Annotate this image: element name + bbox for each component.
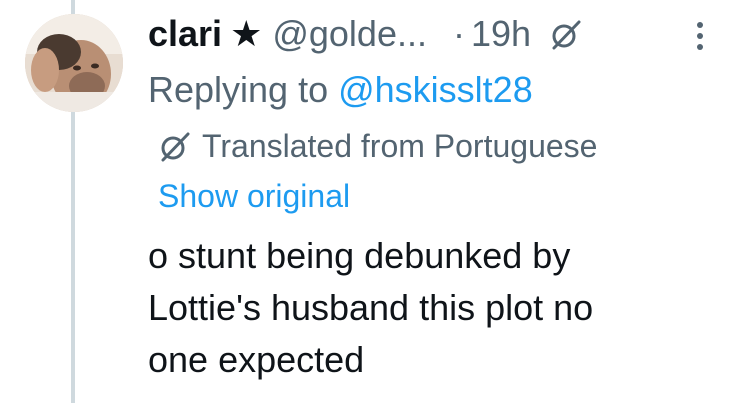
tweet-text-line: o stunt being debunked by	[148, 235, 571, 276]
user-handle[interactable]: @golde...	[272, 10, 427, 58]
timestamp[interactable]: 19h	[471, 10, 531, 58]
translate-icon	[158, 129, 192, 163]
star-icon: ★	[230, 13, 263, 54]
replying-to-mention[interactable]: @hskisslt28	[338, 69, 533, 110]
more-vertical-icon[interactable]	[688, 20, 712, 52]
grok-icon[interactable]	[549, 17, 583, 51]
translation-notice: Translated from Portuguese	[158, 124, 597, 168]
show-original-link[interactable]: Show original	[158, 174, 350, 218]
avatar-photo-icon	[25, 14, 123, 112]
display-name[interactable]: clari	[148, 10, 222, 58]
tweet-text-line: Lottie's husband this plot no	[148, 287, 594, 328]
tweet-text: o stunt being debunked by Lottie's husba…	[148, 230, 728, 386]
replying-prefix: Replying to	[148, 69, 339, 110]
tweet[interactable]: clari ★ @golde... · 19h Replying to @hsk…	[0, 0, 750, 403]
tweet-header: clari ★ @golde... · 19h	[148, 10, 583, 58]
avatar[interactable]	[25, 14, 123, 112]
replying-to: Replying to @hskisslt28	[148, 66, 533, 114]
translation-notice-text: Translated from Portuguese	[202, 128, 598, 164]
separator-dot: ·	[452, 13, 465, 54]
tweet-text-line: one expected	[148, 339, 365, 380]
